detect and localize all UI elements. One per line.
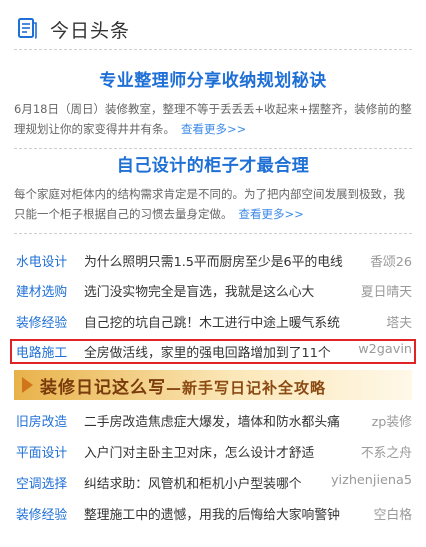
article-link[interactable]: 为什么照明只需1.5平而厨房至少是6平的电线 — [84, 251, 364, 270]
feature-description: 每个家庭对柜体内的结构需求肯定是不同的。为了把内部空间发展到极致，我只能一个柜子… — [14, 184, 412, 224]
list-item: 平面设计 入户门对主卧主卫对床，怎么设计才舒适 不系之舟 — [0, 440, 426, 464]
divider — [14, 49, 412, 50]
list-item: 空调选择 纠结求助：风管机和柜机小户型装哪个 yizhenjiena5 — [0, 471, 426, 495]
category-link[interactable]: 平面设计 — [16, 442, 67, 461]
feature-article: 自己设计的柜子才最合理 每个家庭对柜体内的结构需求肯定是不同的。为了把内部空间发… — [14, 151, 412, 234]
feature-title-link[interactable]: 专业整理师分享收纳规划秘诀 — [14, 66, 412, 91]
article-link[interactable]: 入户门对主卧主卫对床，怎么设计才舒适 — [84, 442, 364, 461]
banner-main: 装修日记这么写 — [40, 378, 166, 398]
banner-title: 装修日记这么写—新手写日记补全攻略 — [40, 373, 326, 398]
list-item: 装修经验 整理施工中的遗憾，用我的后悔给大家响警钟 空白格 — [0, 502, 426, 526]
category-link[interactable]: 装修经验 — [16, 504, 67, 523]
feature-title-link[interactable]: 自己设计的柜子才最合理 — [14, 151, 412, 176]
news-icon — [18, 18, 37, 39]
list-item: 装修经验 自己挖的坑自己跳！木工进行中途上暖气系统 塔夫 — [0, 310, 426, 334]
highlight-box — [10, 339, 416, 364]
category-link[interactable]: 水电设计 — [16, 251, 67, 270]
category-link[interactable]: 旧房改造 — [16, 411, 67, 430]
category-link[interactable]: 建材选购 — [16, 281, 67, 300]
author-name: 塔夫 — [386, 316, 412, 331]
list-item: 水电设计 为什么照明只需1.5平而厨房至少是6平的电线 香颂26 — [0, 249, 426, 273]
article-link[interactable]: 自己挖的坑自己跳！木工进行中途上暖气系统 — [84, 312, 364, 331]
arrow-icon — [22, 377, 33, 393]
author-name: 不系之舟 — [360, 446, 412, 461]
article-link[interactable]: 整理施工中的遗憾，用我的后悔给大家响警钟 — [84, 504, 364, 523]
feature-description: 6月18日（周日）装修教室，整理不等于丢丢丢+收起来+摆整齐，装修前的整理规划让… — [14, 99, 412, 139]
article-link[interactable]: 二手房改造焦虑症大爆发，墙体和防水都头痛 — [84, 411, 364, 430]
feature-article: 专业整理师分享收纳规划秘诀 6月18日（周日）装修教室，整理不等于丢丢丢+收起来… — [14, 66, 412, 149]
section-header: 今日头条 — [0, 0, 426, 52]
diary-banner[interactable]: 装修日记这么写—新手写日记补全攻略 — [14, 370, 412, 400]
author-name: 夏日晴天 — [360, 285, 412, 300]
author-name: 空白格 — [373, 508, 412, 523]
more-link[interactable]: 查看更多>> — [239, 207, 304, 221]
author-name: yizhenjiena5 — [330, 473, 412, 488]
divider — [14, 233, 412, 234]
list-item: 建材选购 选门没实物完全是盲选，我就是这么心大 夏日晴天 — [0, 279, 426, 303]
feature-desc-text: 每个家庭对柜体内的结构需求肯定是不同的。为了把内部空间发展到极致，我只能一个柜子… — [14, 187, 405, 221]
author-name: 香颂26 — [370, 255, 412, 270]
article-link[interactable]: 纠结求助：风管机和柜机小户型装哪个 — [84, 473, 364, 492]
list-item: 旧房改造 二手房改造焦虑症大爆发，墙体和防水都头痛 zp装修 — [0, 409, 426, 433]
banner-subtitle: —新手写日记补全攻略 — [166, 379, 327, 397]
author-name: zp装修 — [371, 415, 412, 430]
category-link[interactable]: 装修经验 — [16, 312, 67, 331]
section-title: 今日头条 — [50, 20, 131, 42]
more-link[interactable]: 查看更多>> — [181, 122, 246, 136]
article-link[interactable]: 选门没实物完全是盲选，我就是这么心大 — [84, 281, 364, 300]
divider — [14, 148, 412, 149]
category-link[interactable]: 空调选择 — [16, 473, 67, 492]
